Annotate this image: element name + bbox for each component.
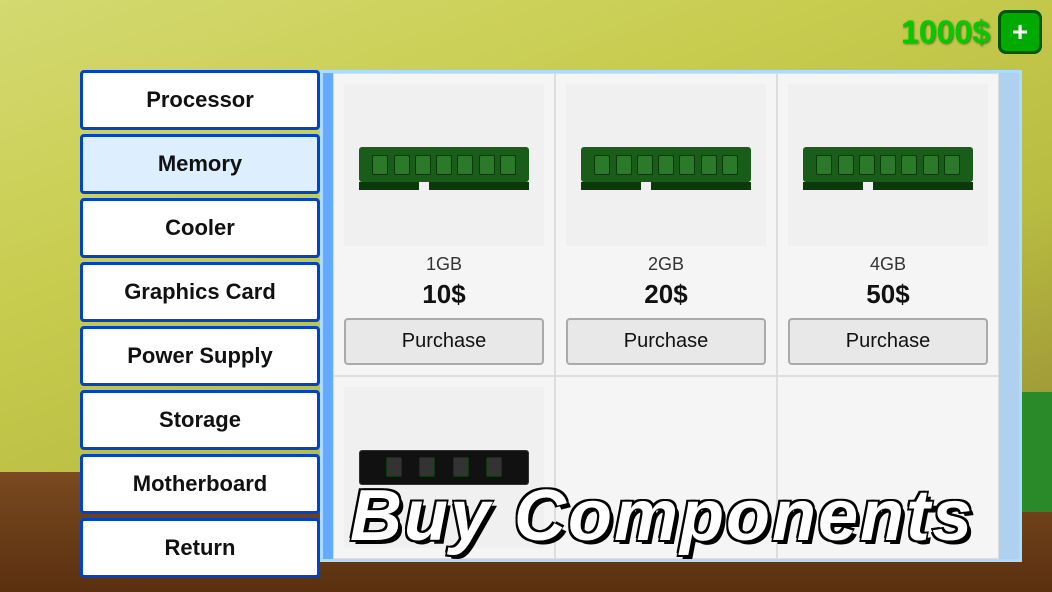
product-image-4gb xyxy=(788,84,988,246)
sidebar-item-motherboard[interactable]: Motherboard xyxy=(80,454,320,514)
sidebar-item-memory[interactable]: Memory xyxy=(80,134,320,194)
ram-chip xyxy=(701,155,717,175)
product-price-1gb: 10$ xyxy=(422,279,465,310)
sidebar-item-storage[interactable]: Storage xyxy=(80,390,320,450)
ram-chip xyxy=(394,155,410,175)
ram-chip xyxy=(637,155,653,175)
ram-chip xyxy=(436,155,452,175)
sidebar-item-processor[interactable]: Processor xyxy=(80,70,320,130)
product-cell-bottom-3 xyxy=(777,376,999,560)
ram-chip xyxy=(594,155,610,175)
ram-chip xyxy=(453,457,469,477)
ram-chip xyxy=(386,457,402,477)
top-bar: 1000$ + xyxy=(901,10,1042,54)
ram-chip xyxy=(901,155,917,175)
product-image-bottom-1 xyxy=(344,387,544,549)
ram-chip xyxy=(838,155,854,175)
ram-chip xyxy=(457,155,473,175)
ram-chip xyxy=(722,155,738,175)
sidebar-item-return[interactable]: Return xyxy=(80,518,320,578)
product-size-label-2gb: 2GB xyxy=(648,254,684,275)
scrollbar-thumb[interactable] xyxy=(1002,83,1016,143)
ram-chip xyxy=(372,155,388,175)
purchase-button-2gb[interactable]: Purchase xyxy=(566,318,766,365)
ram-chip xyxy=(679,155,695,175)
ram-notch xyxy=(803,182,973,190)
ram-notch xyxy=(359,182,529,190)
sidebar-item-graphics-card[interactable]: Graphics Card xyxy=(80,262,320,322)
ram-image-1gb xyxy=(359,137,529,192)
products-grid: 1GB 10$ Purchase xyxy=(333,73,999,559)
ram-chip xyxy=(486,457,502,477)
ram-image-2gb xyxy=(581,137,751,192)
product-size-label-4gb: 4GB xyxy=(870,254,906,275)
ram-chip xyxy=(859,155,875,175)
product-cell-bottom-2 xyxy=(555,376,777,560)
ram-chip xyxy=(880,155,896,175)
ram-chip xyxy=(479,155,495,175)
main-panel: 1GB 10$ Purchase xyxy=(320,70,1022,562)
product-image-1gb xyxy=(344,84,544,246)
product-image-2gb xyxy=(566,84,766,246)
ram-chip xyxy=(419,457,435,477)
product-cell-2gb: 2GB 20$ Purchase xyxy=(555,73,777,376)
product-price-2gb: 20$ xyxy=(644,279,687,310)
ram-chip xyxy=(923,155,939,175)
product-size-label-1gb: 1GB xyxy=(426,254,462,275)
ram-chip xyxy=(816,155,832,175)
product-price-4gb: 50$ xyxy=(866,279,909,310)
ram-image-4gb xyxy=(803,137,973,192)
ram-chip xyxy=(500,155,516,175)
currency-display: 1000$ xyxy=(901,14,990,51)
ram-chip xyxy=(616,155,632,175)
ram-image-dark xyxy=(359,440,529,495)
ram-notch xyxy=(581,182,751,190)
add-currency-button[interactable]: + xyxy=(998,10,1042,54)
product-cell-bottom-1 xyxy=(333,376,555,560)
sidebar-item-power-supply[interactable]: Power Supply xyxy=(80,326,320,386)
purchase-button-4gb[interactable]: Purchase xyxy=(788,318,988,365)
ram-chip xyxy=(658,155,674,175)
product-cell-1gb: 1GB 10$ Purchase xyxy=(333,73,555,376)
ram-chip xyxy=(944,155,960,175)
ram-chip xyxy=(415,155,431,175)
product-cell-4gb: 4GB 50$ Purchase xyxy=(777,73,999,376)
sidebar: Processor Memory Cooler Graphics Card Po… xyxy=(80,70,320,578)
purchase-button-1gb[interactable]: Purchase xyxy=(344,318,544,365)
sidebar-item-cooler[interactable]: Cooler xyxy=(80,198,320,258)
